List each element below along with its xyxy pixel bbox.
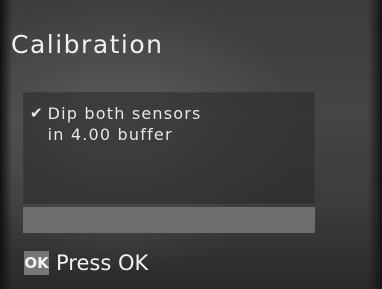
instruction-panel: ✔ Dip both sensors in 4.00 buffer (23, 92, 315, 204)
calibration-screen: Calibration ✔ Dip both sensors in 4.00 b… (0, 0, 382, 289)
instruction-line-2: in 4.00 buffer (47, 125, 173, 144)
instruction-item: ✔ Dip both sensors in 4.00 buffer (30, 103, 202, 145)
calibration-progress-bar (23, 207, 315, 233)
instruction-text: Dip both sensors in 4.00 buffer (48, 103, 202, 145)
press-ok-label: Press OK (56, 251, 149, 275)
ok-key-icon[interactable]: OK (24, 251, 49, 275)
check-icon: ✔ (30, 104, 43, 122)
screen-title: Calibration (11, 30, 164, 59)
instruction-line-1: Dip both sensors (47, 104, 202, 123)
